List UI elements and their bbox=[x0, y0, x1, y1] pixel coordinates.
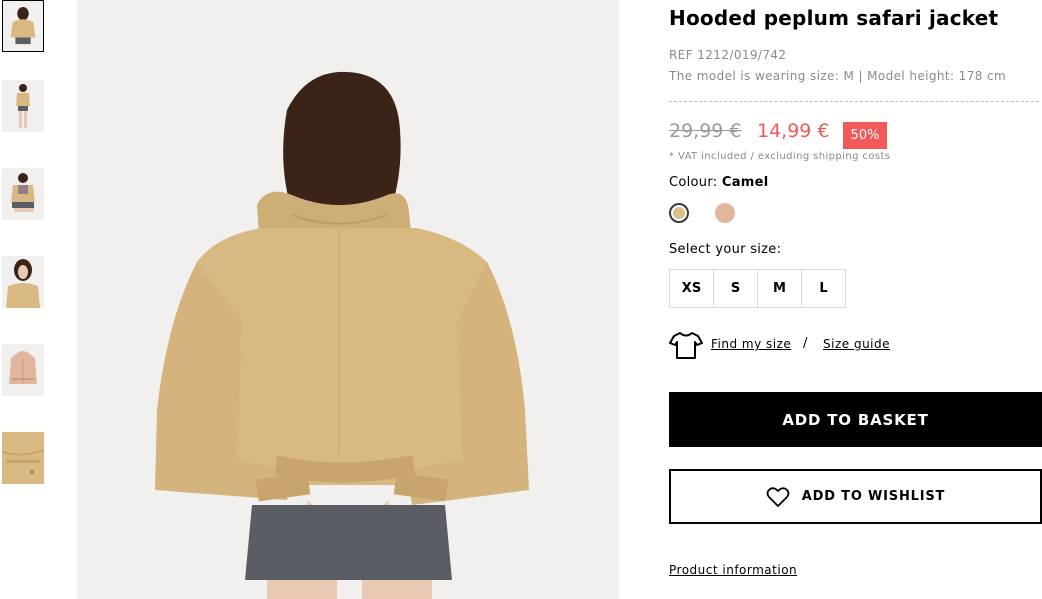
model-size-info: The model is wearing size: M | Model hei… bbox=[669, 69, 1007, 83]
thumbnail-close-up[interactable] bbox=[2, 256, 44, 308]
size-guide-link[interactable]: Size guide bbox=[823, 337, 890, 351]
add-to-wishlist-label: ADD TO WISHLIST bbox=[801, 489, 946, 504]
fit-links-row: Find my size / Size guide bbox=[669, 330, 999, 360]
add-to-basket-button[interactable]: ADD TO BASKET bbox=[669, 392, 1042, 447]
size-option-l[interactable]: L bbox=[801, 269, 846, 308]
thumbnail-back-view[interactable] bbox=[2, 0, 44, 52]
original-price: 29,99 € bbox=[669, 120, 742, 142]
sale-price: 14,99 € bbox=[757, 120, 830, 142]
size-option-s[interactable]: S bbox=[713, 269, 758, 308]
divider bbox=[669, 101, 1039, 102]
vat-note: * VAT included / excluding shipping cost… bbox=[669, 151, 891, 162]
colour-swatch-pink[interactable] bbox=[715, 203, 735, 223]
selected-colour-name: Camel bbox=[721, 175, 769, 190]
size-option-xs[interactable]: XS bbox=[669, 269, 714, 308]
product-information-link[interactable]: Product information bbox=[669, 563, 797, 577]
thumbnail-product-flat[interactable] bbox=[2, 344, 44, 396]
heart-icon bbox=[766, 486, 790, 507]
discount-badge: 50% bbox=[843, 122, 887, 149]
product-title: Hooded peplum safari jacket bbox=[669, 6, 999, 30]
main-product-image[interactable] bbox=[77, 0, 619, 599]
link-separator: / bbox=[803, 336, 808, 351]
colour-swatch-camel[interactable] bbox=[669, 203, 689, 223]
product-details-panel: Hooded peplum safari jacket REF 1212/019… bbox=[669, 0, 1042, 599]
size-option-m[interactable]: M bbox=[757, 269, 802, 308]
size-label: Select your size: bbox=[669, 242, 782, 257]
colour-label: Colour: bbox=[669, 175, 718, 190]
colour-label-row: Colour: Camel bbox=[669, 175, 769, 190]
thumbnail-seated[interactable] bbox=[2, 168, 44, 220]
size-selector: XS S M L bbox=[669, 269, 846, 308]
product-reference: REF 1212/019/742 bbox=[669, 48, 787, 62]
thumbnail-full-body[interactable] bbox=[2, 80, 44, 132]
add-to-wishlist-button[interactable]: ADD TO WISHLIST bbox=[669, 469, 1042, 524]
thumbnail-fabric-detail[interactable] bbox=[2, 432, 44, 484]
find-my-size-link[interactable]: Find my size bbox=[711, 337, 791, 351]
tshirt-icon bbox=[669, 332, 703, 359]
